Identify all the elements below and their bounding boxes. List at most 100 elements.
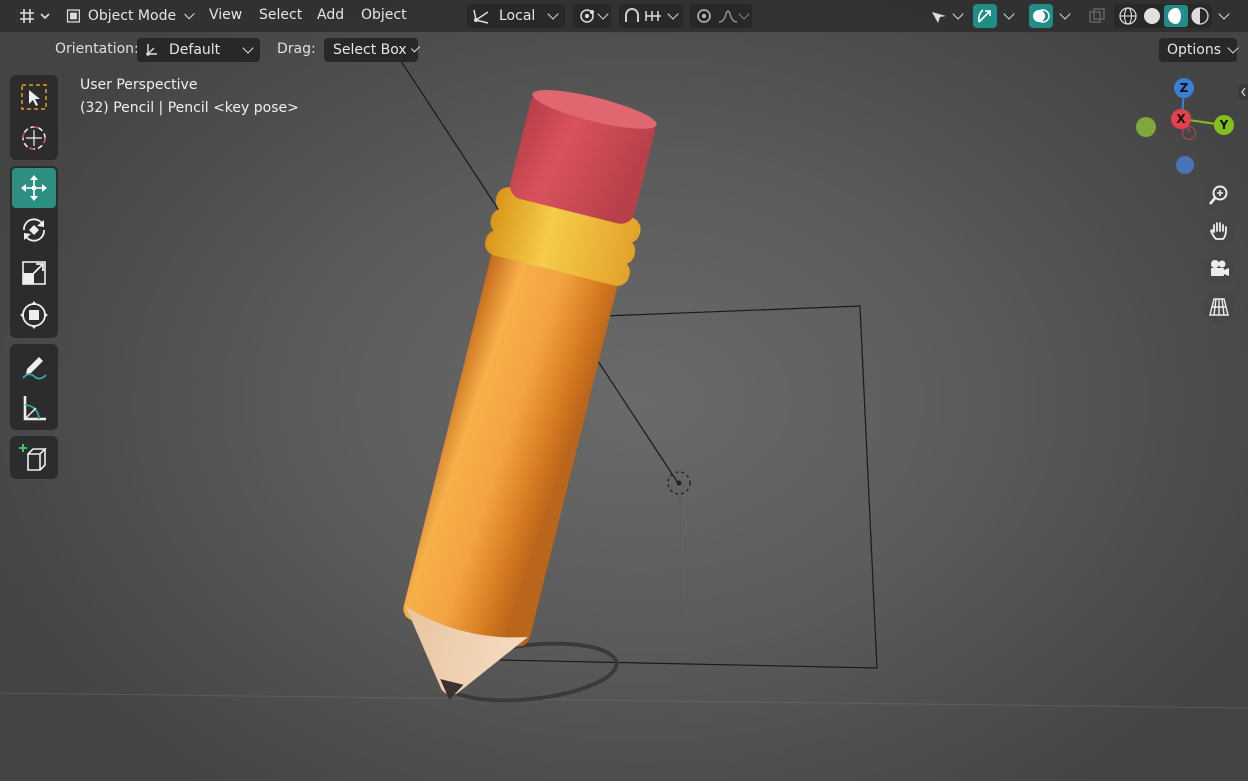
rendered-shading-icon[interactable] xyxy=(1188,6,1212,26)
pivot-icon xyxy=(580,9,594,23)
transform-orientation-dropdown[interactable]: Local xyxy=(467,4,565,28)
menu-select[interactable]: Select xyxy=(259,7,302,23)
pan-button[interactable] xyxy=(1203,215,1235,247)
overlays-toggle[interactable] xyxy=(1029,4,1053,28)
transform-tools-group xyxy=(10,166,58,338)
wireframe-shading-icon[interactable] xyxy=(1116,6,1140,26)
shading-options-dropdown[interactable] xyxy=(1214,4,1234,28)
move-icon xyxy=(21,175,47,201)
chevron-down-icon xyxy=(547,8,559,20)
pivot-point-dropdown[interactable] xyxy=(573,4,611,28)
gizmo-neg-z-axis[interactable] xyxy=(1176,156,1194,174)
menu-add[interactable]: Add xyxy=(317,7,344,23)
annotate-icon xyxy=(22,357,47,380)
z-guide-line xyxy=(679,489,683,641)
gizmo-neg-y-axis[interactable] xyxy=(1136,117,1156,137)
menu-object[interactable]: Object xyxy=(361,7,407,23)
menu-view[interactable]: View xyxy=(209,7,242,23)
material-preview-button[interactable] xyxy=(1164,5,1188,27)
tool-move[interactable] xyxy=(12,168,56,208)
drag-dropdown-value: Select Box xyxy=(333,42,407,58)
origin-dot xyxy=(676,480,682,486)
object-info-label: (32) Pencil | Pencil <key pose> xyxy=(80,100,299,116)
chevron-down-icon xyxy=(952,8,964,20)
chevron-left-icon xyxy=(1241,87,1246,97)
viewport-header: Object Mode View Select Add Object Local xyxy=(0,0,1248,32)
tool-annotate[interactable] xyxy=(12,346,56,386)
chevron-down-icon xyxy=(1059,8,1071,20)
cursor-icon xyxy=(22,126,46,150)
solid-shading-icon[interactable] xyxy=(1140,6,1164,26)
orientation-dropdown-value: Default xyxy=(169,42,221,58)
options-label: Options xyxy=(1167,42,1222,58)
object-mode-icon xyxy=(66,9,80,23)
mode-dropdown[interactable]: Object Mode xyxy=(59,4,195,28)
measure-icon xyxy=(23,396,46,421)
tool-add-cube[interactable] xyxy=(12,438,56,478)
tool-measure[interactable] xyxy=(12,388,56,428)
zoom-icon xyxy=(1209,185,1228,205)
overlays-dropdown[interactable] xyxy=(1055,4,1075,28)
camera-view-button[interactable] xyxy=(1203,253,1235,285)
gizmo-toggle[interactable] xyxy=(973,4,997,28)
select-box-icon xyxy=(21,84,47,110)
projection-toggle-button[interactable] xyxy=(1203,291,1235,323)
chevron-down-icon xyxy=(667,8,679,20)
select-tools-group xyxy=(10,75,58,160)
grid-axis-icon xyxy=(20,9,50,23)
orientation-value: Local xyxy=(499,8,536,24)
scale-icon xyxy=(22,261,46,285)
select-visibility-dropdown[interactable] xyxy=(926,4,966,28)
material-preview-icon xyxy=(1168,8,1184,24)
tool-cursor[interactable] xyxy=(12,118,56,158)
chevron-down-icon xyxy=(738,8,750,20)
orientation-icon xyxy=(473,9,489,24)
xray-toggle[interactable] xyxy=(1086,4,1108,28)
proportional-editing-icon[interactable] xyxy=(692,6,716,26)
tool-scale[interactable] xyxy=(12,253,56,293)
tool-transform[interactable] xyxy=(12,295,56,335)
perspective-label: User Perspective xyxy=(80,77,198,93)
tool-select-box[interactable] xyxy=(12,77,56,117)
drag-dropdown[interactable]: Select Box xyxy=(324,38,421,62)
xray-icon xyxy=(1089,8,1105,23)
tool-rotate[interactable] xyxy=(12,210,56,250)
mode-label: Object Mode xyxy=(87,8,177,24)
transform-icon xyxy=(20,301,48,329)
pencil-body xyxy=(403,241,619,647)
annotate-tools-group xyxy=(10,344,58,430)
gizmo-y-label: Y xyxy=(1219,118,1229,132)
shading-group[interactable] xyxy=(1114,4,1212,28)
zoom-button[interactable] xyxy=(1203,179,1235,211)
editor-type-button[interactable] xyxy=(14,4,50,28)
options-dropdown[interactable]: Options xyxy=(1159,38,1239,62)
magnet-icon[interactable] xyxy=(621,6,643,26)
chevron-down-icon xyxy=(1227,42,1239,54)
cursor-visibility-icon xyxy=(932,12,946,23)
snap-increment-icon[interactable] xyxy=(643,6,669,26)
orientation-axes-icon xyxy=(146,44,157,56)
gizmo-z-axis[interactable]: Z xyxy=(1174,78,1194,98)
falloff-curve-icon[interactable] xyxy=(716,6,740,26)
gizmo-y-axis[interactable]: Y xyxy=(1214,115,1234,135)
drag-label: Drag: xyxy=(277,41,316,57)
chevron-down-icon xyxy=(1003,8,1015,20)
camera-icon xyxy=(1211,260,1229,276)
perspective-grid-icon xyxy=(1209,298,1229,316)
pencil-object[interactable] xyxy=(376,80,670,717)
rotate-icon xyxy=(23,218,45,242)
orientation-label: Orientation: xyxy=(55,41,139,57)
gizmo-neg-x-axis[interactable] xyxy=(1182,126,1196,140)
add-cube-icon xyxy=(19,444,47,471)
3d-viewport[interactable] xyxy=(0,0,1248,781)
proportional-group[interactable] xyxy=(690,4,752,28)
gizmo-x-label: X xyxy=(1176,112,1186,126)
gizmo-options-dropdown[interactable] xyxy=(999,4,1019,28)
scene-canvas[interactable] xyxy=(0,0,1248,781)
orientation-dropdown[interactable]: Default xyxy=(137,38,260,62)
sidebar-toggle[interactable] xyxy=(1239,84,1248,100)
overlays-icon xyxy=(1033,9,1050,23)
gizmo-z-label: Z xyxy=(1179,81,1189,95)
chevron-down-icon xyxy=(597,8,609,20)
snap-group[interactable] xyxy=(619,4,683,28)
